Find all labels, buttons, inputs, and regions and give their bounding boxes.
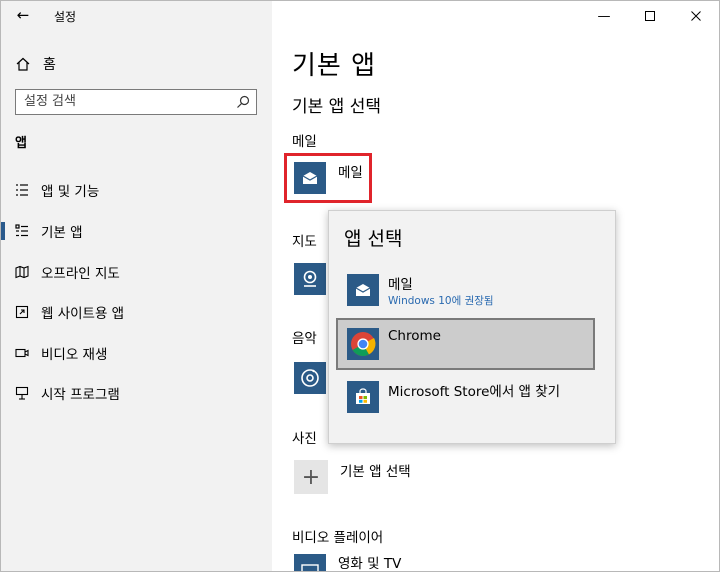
search-input[interactable] [16, 90, 224, 113]
category-music-label: 음악 [292, 331, 317, 347]
popup-item-store[interactable]: Microsoft Store에서 앱 찾기 [336, 371, 595, 423]
section-subtitle: 기본 앱 선택 [292, 97, 382, 117]
popup-item-mail[interactable]: 메일 Windows 10에 권장됨 [336, 264, 595, 316]
category-maps-label: 지도 [292, 234, 317, 250]
store-icon [347, 381, 379, 413]
window-title: 설정 [54, 10, 77, 24]
popup-item-name: 메일 [388, 277, 413, 293]
video-app-label: 영화 및 TV [338, 556, 402, 572]
default-apps-icon [14, 223, 30, 239]
sidebar-item-label: 기본 앱 [41, 225, 83, 241]
popup-title: 앱 선택 [344, 228, 403, 250]
sidebar-item-offline-maps[interactable]: 오프라인 지도 [1, 254, 272, 290]
popup-item-subtitle: Windows 10에 권장됨 [388, 295, 494, 307]
active-indicator [1, 222, 5, 240]
photos-choose-app-button[interactable]: + 기본 앱 선택 [294, 460, 411, 494]
back-arrow-icon: ← [16, 6, 30, 24]
chrome-icon [347, 328, 379, 360]
sidebar-item-label: 웹 사이트용 앱 [41, 306, 125, 322]
video-icon [14, 345, 30, 361]
mail-icon [347, 274, 379, 306]
sidebar-item-label: 앱 및 기능 [41, 184, 100, 200]
video-app-button[interactable]: 영화 및 TV [294, 554, 402, 572]
active-indicator [1, 263, 5, 281]
category-video-label: 비디오 플레이어 [292, 530, 384, 546]
groove-music-icon [294, 362, 326, 394]
settings-window: ← 설정 홈 앱 앱 및 기능 [0, 0, 720, 572]
web-app-icon [14, 304, 30, 320]
sidebar-item-web-apps[interactable]: 웹 사이트용 앱 [1, 294, 272, 330]
app-chooser-popup: 앱 선택 메일 Windows 10에 권장됨 Chrome Microsoft… [328, 210, 616, 444]
back-button[interactable]: ← [13, 5, 33, 25]
list-icon [14, 182, 30, 198]
category-photos-label: 사진 [292, 431, 317, 447]
sidebar-item-label: 비디오 재생 [41, 347, 108, 363]
active-indicator [1, 303, 5, 321]
sidebar-item-default-apps[interactable]: 기본 앱 [1, 213, 272, 249]
music-app-button[interactable] [294, 362, 326, 394]
sidebar: ← 설정 홈 앱 앱 및 기능 [1, 1, 272, 571]
active-indicator [1, 181, 5, 199]
search-box[interactable] [15, 89, 257, 115]
maps-app-button[interactable] [294, 263, 326, 295]
section-label: 앱 [15, 136, 27, 151]
sidebar-item-apps-features[interactable]: 앱 및 기능 [1, 172, 272, 208]
search-icon[interactable] [236, 94, 250, 108]
choose-app-label: 기본 앱 선택 [340, 464, 411, 480]
popup-item-chrome[interactable]: Chrome [336, 318, 595, 370]
titlebar: ← 설정 [1, 1, 272, 31]
home-icon [15, 56, 31, 72]
popup-item-name: Microsoft Store에서 앱 찾기 [388, 384, 561, 400]
home-label: 홈 [43, 57, 56, 73]
sidebar-item-label: 오프라인 지도 [41, 266, 120, 282]
plus-icon: + [294, 460, 328, 494]
highlight-box [284, 153, 372, 203]
category-mail-label: 메일 [292, 134, 317, 150]
popup-item-name: Chrome [388, 328, 441, 344]
sidebar-item-video-playback[interactable]: 비디오 재생 [1, 335, 272, 371]
map-icon [14, 264, 30, 280]
sidebar-item-startup[interactable]: 시작 프로그램 [1, 375, 272, 411]
maps-icon [294, 263, 326, 295]
movies-tv-icon [294, 554, 326, 571]
sidebar-item-label: 시작 프로그램 [41, 387, 120, 403]
active-indicator [1, 384, 5, 402]
page-title: 기본 앱 [292, 51, 377, 81]
active-indicator [1, 344, 5, 362]
home-nav[interactable]: 홈 [15, 54, 56, 74]
startup-icon [14, 385, 30, 401]
